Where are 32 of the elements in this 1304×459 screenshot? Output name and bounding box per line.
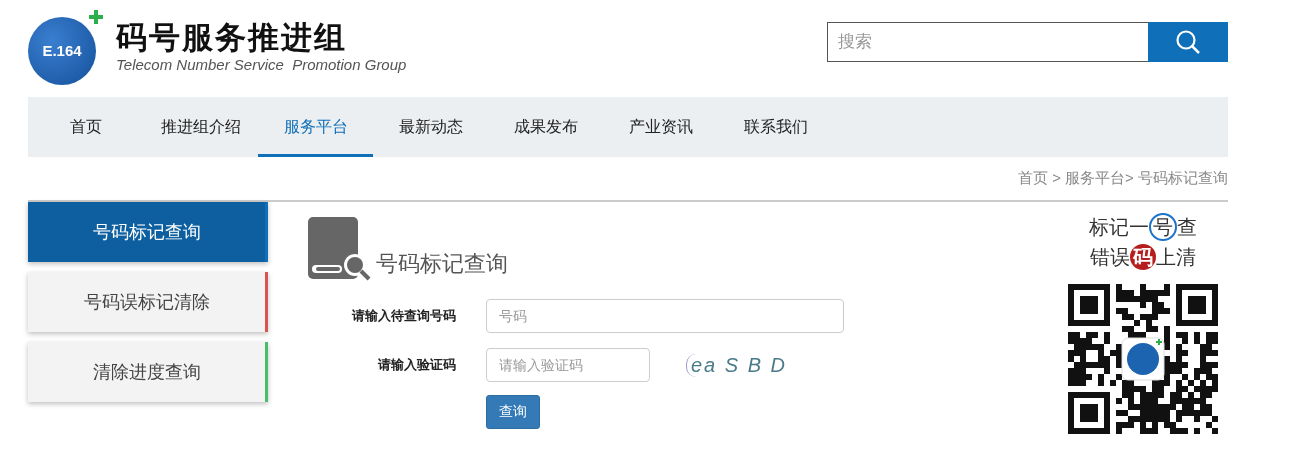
search-icon [1175, 28, 1201, 55]
promo-text: 标记一 [1089, 215, 1149, 240]
nav-tab[interactable]: 成果发布 [488, 97, 603, 157]
form-title: 号码标记查询 [376, 250, 508, 278]
site-title: 码号服务推进组 [116, 20, 348, 56]
promo-text: 上清 [1156, 245, 1196, 270]
field-label: 请输入验证码 [376, 356, 456, 374]
number-field[interactable]: 号码 [486, 299, 844, 333]
nav-tab[interactable]: 最新动态 [373, 97, 488, 157]
logo-globe: E.164 [28, 16, 96, 85]
field-label: 请输入待查询号码 [350, 307, 456, 325]
sidebar-item[interactable]: 号码标记查询 [28, 202, 268, 262]
promo-badge-text: 码 [1130, 244, 1156, 270]
captcha-image[interactable]: ea S B D [686, 353, 792, 377]
promo-text: 查 [1177, 215, 1197, 240]
site-subtitle: Telecom Number Service Promotion Group [116, 56, 407, 73]
promo-text: 错误 [1090, 245, 1130, 270]
nav-tab[interactable]: 联系我们 [718, 97, 833, 157]
promo-ring-text: 号 [1149, 213, 1177, 241]
search-button[interactable] [1148, 21, 1228, 62]
query-button[interactable]: 查询 [486, 395, 540, 429]
sidebar-item[interactable]: 号码误标记清除 [28, 272, 268, 332]
book-search-icon [308, 217, 372, 281]
nav-tab[interactable]: 首页 [28, 97, 143, 157]
plus-icon [88, 8, 104, 25]
breadcrumb: 首页 > 服务平台> 号码标记查询 [1017, 169, 1228, 188]
search-field[interactable]: 搜索 [827, 21, 1148, 62]
captcha-field[interactable]: 请输入验证码 [486, 348, 650, 382]
sidebar-item[interactable]: 清除进度查询 [28, 342, 268, 402]
nav-tab[interactable]: 产业资讯 [603, 97, 718, 157]
nav-tab[interactable]: 服务平台 [258, 97, 373, 157]
nav-tab[interactable]: 推进组介绍 [143, 97, 258, 157]
